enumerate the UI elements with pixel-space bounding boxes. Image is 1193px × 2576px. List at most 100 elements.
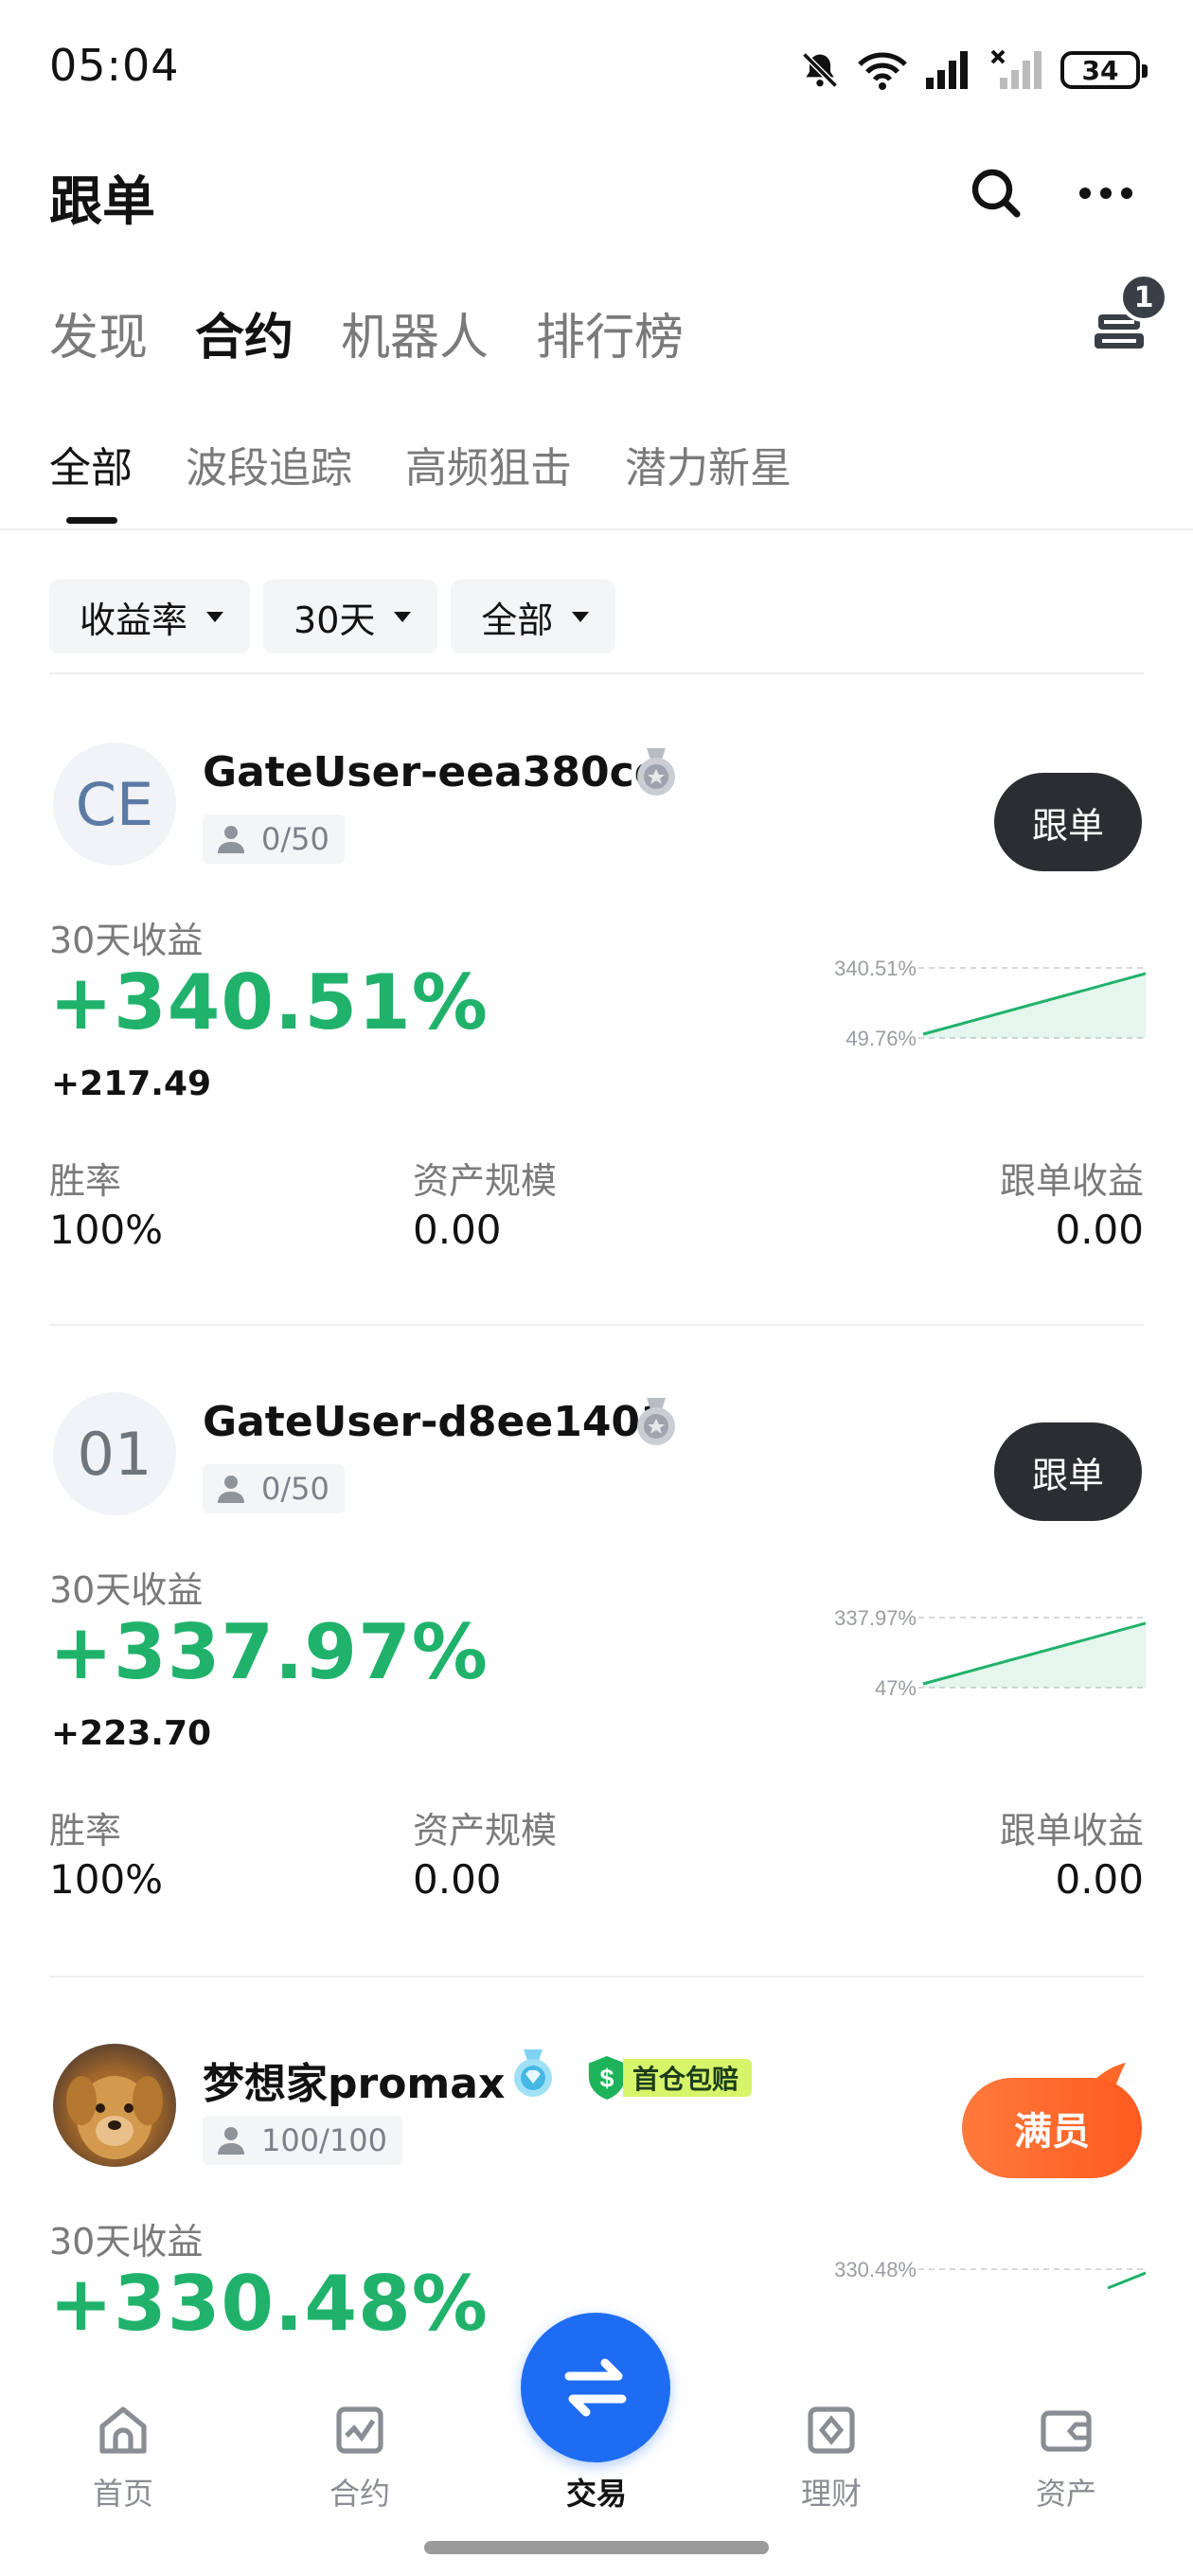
trader-name[interactable]: GateUser-eea380ce [203,748,663,796]
divider [49,1324,1144,1326]
trader-card[interactable]: CE GateUser-eea380ce 0/50 跟单 30天收益 +340.… [0,695,1193,1339]
full-status-button[interactable]: 满员 [962,2078,1142,2178]
chart-high-label: 337.97% [834,1606,917,1630]
follower-count: 0/50 [203,814,345,864]
chart-high-label: 330.48% [834,2258,917,2281]
nav-home-label: 首页 [92,2476,153,2512]
home-indicator[interactable] [424,2541,769,2554]
caret-down-icon [206,611,224,622]
return-amount: +223.70 [51,1714,212,1753]
wealth-icon [808,2406,855,2454]
avatar: 01 [53,1392,176,1515]
trader-name[interactable]: GateUser-d8ee1401 [203,1398,669,1446]
return-label: 30天收益 [49,1569,204,1611]
caret-down-icon [394,611,412,622]
aum-label: 资产规模 [413,1160,558,1202]
copy-trade-button[interactable]: 跟单 [994,773,1142,871]
person-icon [218,826,244,853]
return-sparkline: 330.48% [834,2258,1146,2290]
nav-home[interactable]: 首页 [57,2402,189,2513]
status-icons: 34 [799,45,1148,95]
filter-type[interactable]: 全部 [451,580,616,653]
sub-tabs: 全部 波段追踪 高频狙击 潜力新星 [49,434,792,524]
home-icon [99,2406,147,2454]
filter-type-label: 全部 [481,599,554,641]
divider [49,672,1144,674]
silver-medal-icon [637,1398,675,1445]
win-rate-value: 100% [49,1207,164,1253]
nav-wealth[interactable]: 理财 [765,2402,898,2513]
nav-assets-label: 资产 [1035,2476,1096,2512]
tab-contract[interactable]: 合约 [195,297,294,368]
win-rate-label: 胜率 [49,1160,122,1202]
trader-card[interactable]: 梦想家promax $ 首仓包赔 100/100 满员 30天收益 +330.4… [0,1996,1193,2356]
status-bar: 05:04 34 [0,0,1193,142]
swap-icon [564,2358,627,2417]
mute-bell-icon [802,52,838,88]
follower-count-value: 0/50 [261,1471,329,1507]
nav-contract[interactable]: 合约 [294,2402,426,2513]
guarantee-tag: $ 首仓包赔 [585,2053,753,2102]
win-rate-label: 胜率 [49,1810,122,1852]
follower-count: 0/50 [203,1464,345,1513]
avatar-photo [53,2044,176,2167]
return-sparkline: 340.51% 49.76% [834,957,1146,1050]
chart-high-label: 340.51% [834,957,917,980]
subtab-swing[interactable]: 波段追踪 [186,434,352,494]
copy-profit-value: 0.00 [1055,1856,1144,1903]
follower-count: 100/100 [203,2116,402,2165]
top-tabs: 发现 合约 机器人 排行榜 [49,297,684,368]
status-time: 05:04 [49,40,180,91]
trader-name[interactable]: 梦想家promax [203,2049,505,2110]
caret-down-icon [572,611,590,622]
divider [0,528,1193,530]
silver-medal-icon [637,748,675,796]
copy-trade-button[interactable]: 跟单 [994,1422,1142,1521]
wallet-icon [1041,2410,1092,2452]
avatar: CE [53,742,176,866]
return-percent: +340.51% [49,958,489,1046]
signal-icon [926,51,968,89]
return-percent: +330.48% [49,2260,489,2348]
battery-icon: 34 [1060,51,1148,89]
copy-profit-label: 跟单收益 [999,1160,1144,1202]
filter-sort[interactable]: 收益率 [49,580,251,653]
divider [49,1976,1144,1977]
nav-contract-label: 合约 [329,2476,390,2512]
chart-icon [336,2406,383,2454]
trade-fab-button[interactable] [521,2313,670,2462]
trader-card[interactable]: 01 GateUser-d8ee1401 0/50 跟单 30天收益 +337.… [0,1345,1193,1989]
more-icon[interactable] [1077,167,1134,220]
follower-count-value: 0/50 [261,821,329,857]
return-label: 30天收益 [49,2221,204,2263]
filter-sort-label: 收益率 [80,599,188,641]
filter-period[interactable]: 30天 [263,580,438,653]
return-label: 30天收益 [49,920,204,961]
return-percent: +337.97% [49,1608,489,1696]
nav-assets[interactable]: 资产 [1000,2402,1132,2513]
return-sparkline: 337.97% 47% [834,1606,1146,1700]
return-amount: +217.49 [51,1064,212,1103]
copy-profit-value: 0.00 [1055,1207,1144,1253]
copy-profit-label: 跟单收益 [999,1810,1144,1852]
follower-count-value: 100/100 [261,2122,387,2158]
tab-discover[interactable]: 发现 [49,297,148,368]
chart-low-label: 49.76% [846,1027,917,1050]
svg-text:$: $ [600,2065,614,2093]
subtab-hft[interactable]: 高频狙击 [405,434,572,494]
win-rate-value: 100% [49,1856,164,1903]
tab-ranking[interactable]: 排行榜 [536,297,684,368]
filter-period-label: 30天 [294,599,376,641]
filter-bar: 收益率 30天 全部 [49,580,616,653]
notification-badge: 1 [1119,273,1168,322]
tab-bot[interactable]: 机器人 [341,297,489,368]
page-title: 跟单 [49,171,155,233]
chart-low-label: 47% [875,1676,917,1700]
subtab-all[interactable]: 全部 [49,434,133,524]
person-icon [218,1476,244,1503]
signal-off-icon [990,49,1042,89]
dog-avatar-icon [66,2076,163,2159]
search-icon[interactable] [970,167,1023,220]
subtab-rising[interactable]: 潜力新星 [625,434,792,494]
wifi-icon [858,52,907,90]
